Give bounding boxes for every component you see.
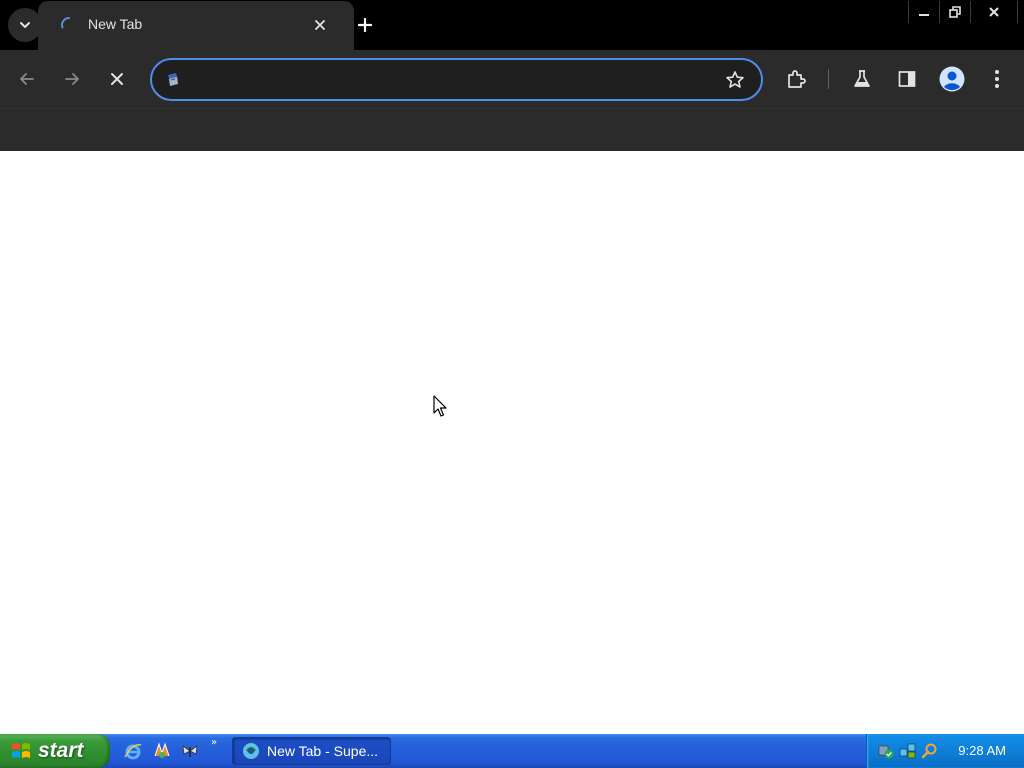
kebab-menu-icon	[995, 70, 999, 88]
restore-button[interactable]	[939, 1, 970, 23]
side-panel-button[interactable]	[890, 62, 924, 96]
quick-launch-ie[interactable]	[122, 740, 144, 762]
start-button[interactable]: start	[0, 734, 110, 768]
loading-spinner-icon	[61, 17, 70, 29]
start-label: start	[38, 739, 84, 762]
close-icon	[111, 73, 123, 85]
tab-new-tab[interactable]: New Tab	[38, 1, 354, 50]
quick-launch-more-button[interactable]: »	[211, 737, 217, 748]
bookmarks-bar	[0, 108, 1024, 151]
plus-icon	[357, 17, 373, 33]
browser-app-icon	[243, 743, 259, 759]
toolbar-divider	[828, 69, 829, 89]
tab-close-button[interactable]	[310, 15, 330, 35]
arrow-left-icon	[20, 73, 34, 85]
quick-launch-media[interactable]	[151, 740, 173, 762]
tab-title: New Tab	[88, 16, 143, 32]
new-tab-button[interactable]	[350, 10, 380, 40]
internet-explorer-icon	[124, 744, 142, 760]
quick-launch-app[interactable]	[179, 740, 201, 762]
puzzle-icon	[788, 70, 806, 88]
back-button[interactable]	[10, 62, 44, 96]
network-icon[interactable]	[899, 742, 917, 760]
tab-search-button[interactable]	[8, 8, 42, 42]
taskbar-item-browser[interactable]: New Tab - Supe...	[232, 737, 391, 765]
butterfly-icon	[182, 745, 198, 757]
labs-button[interactable]	[845, 62, 879, 96]
address-bar[interactable]	[150, 58, 763, 101]
media-player-icon	[154, 742, 170, 758]
chevron-down-icon	[20, 22, 30, 28]
side-panel-icon	[898, 71, 916, 87]
system-tray: 9:28 AM	[866, 734, 1024, 768]
extensions-button[interactable]	[779, 62, 813, 96]
minimize-button[interactable]	[908, 1, 939, 23]
stop-loading-button[interactable]	[100, 62, 134, 96]
minimize-icon	[919, 14, 929, 16]
windows-logo-icon	[12, 743, 30, 758]
avatar-icon	[939, 66, 965, 92]
taskbar: start » New Tab - Supe... 9:28 AM	[0, 734, 1024, 768]
taskbar-item-label: New Tab - Supe...	[267, 743, 379, 759]
window-close-button[interactable]	[970, 1, 1018, 23]
profile-button[interactable]	[935, 62, 969, 96]
taskbar-clock[interactable]: 9:28 AM	[958, 743, 1006, 758]
security-shield-icon[interactable]	[877, 742, 895, 760]
tab-strip: New Tab	[0, 0, 1024, 50]
site-info-icon[interactable]	[162, 69, 184, 91]
menu-button[interactable]	[980, 62, 1014, 96]
close-icon	[989, 7, 999, 17]
close-icon	[315, 20, 325, 30]
address-input[interactable]	[192, 66, 712, 94]
page-content[interactable]	[0, 151, 1024, 734]
mouse-pointer-icon	[433, 395, 447, 417]
bookmark-star-button[interactable]	[723, 68, 747, 92]
search-icon[interactable]	[921, 742, 939, 760]
restore-icon	[949, 6, 961, 18]
arrow-right-icon	[65, 73, 79, 85]
window-controls	[908, 1, 1018, 23]
forward-button[interactable]	[55, 62, 89, 96]
browser-toolbar	[0, 50, 1024, 108]
flask-icon	[854, 70, 870, 87]
star-icon	[726, 71, 744, 88]
